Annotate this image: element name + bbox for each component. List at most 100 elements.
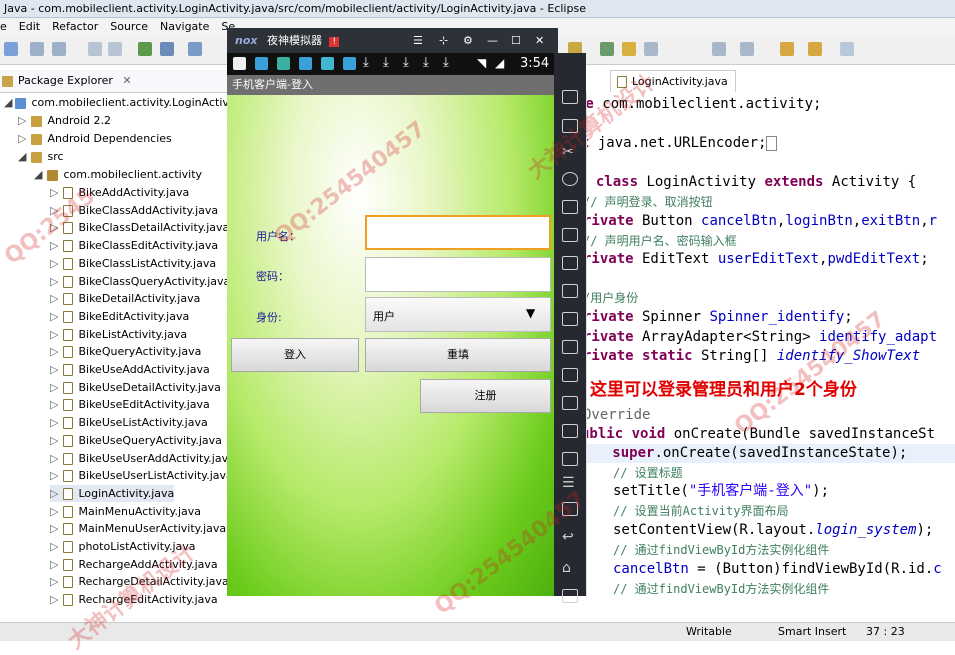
collapsed-arrow-icon[interactable]: ▷ <box>50 186 58 199</box>
tree-item-file[interactable]: ▷ BikeUseEditActivity.java <box>50 396 210 413</box>
tree-item-deps[interactable]: ▷ Android Dependencies <box>18 130 172 147</box>
collapsed-arrow-icon[interactable]: ▷ <box>50 381 58 394</box>
collapsed-arrow-icon[interactable]: ▷ <box>18 132 26 145</box>
camera-icon[interactable] <box>562 228 578 242</box>
expanded-arrow-icon[interactable]: ◢ <box>34 168 42 181</box>
forward-icon[interactable] <box>808 42 822 56</box>
search-icon[interactable] <box>644 42 658 56</box>
tree-item-file[interactable]: ▷ BikeUseDetailActivity.java <box>50 379 221 396</box>
collapsed-arrow-icon[interactable]: ▷ <box>50 505 58 518</box>
debug-icon[interactable] <box>160 42 174 56</box>
collapsed-arrow-icon[interactable]: ▷ <box>50 204 58 217</box>
collapsed-arrow-icon[interactable]: ▷ <box>50 540 58 553</box>
menu-edit[interactable]: Edit <box>19 20 40 33</box>
collapsed-arrow-icon[interactable]: ▷ <box>50 328 58 341</box>
expanded-arrow-icon[interactable]: ◢ <box>4 96 12 109</box>
collapsed-arrow-icon[interactable]: ▷ <box>50 275 58 288</box>
tree-item-file[interactable]: ▷ BikeUseUserAddActivity.java <box>50 450 228 467</box>
gear-icon[interactable]: ⚙ <box>463 28 473 53</box>
tree-item-file[interactable]: ▷ BikeUseAddActivity.java <box>50 361 210 378</box>
annotation-next-icon[interactable] <box>712 42 726 56</box>
cut-icon[interactable] <box>108 42 122 56</box>
collapsed-arrow-icon[interactable]: ▷ <box>50 239 58 252</box>
location-icon[interactable] <box>562 172 578 186</box>
upload-icon[interactable] <box>562 340 578 354</box>
checkbox-icon[interactable] <box>188 42 202 56</box>
multi-window-icon[interactable] <box>562 502 578 516</box>
collapsed-arrow-icon[interactable]: ▷ <box>50 452 58 465</box>
keyboard-icon[interactable] <box>562 200 578 214</box>
tree-item-file[interactable]: ▷ BikeClassEditActivity.java <box>50 237 218 254</box>
close-icon[interactable]: ✕ <box>122 74 131 87</box>
more-icon[interactable]: ☰ <box>562 476 578 490</box>
tree-item-file[interactable]: ▷ BikeUseListActivity.java <box>50 414 208 431</box>
volume-down-icon[interactable] <box>562 312 578 326</box>
robot-icon[interactable] <box>562 119 578 133</box>
tree-item-file[interactable]: ▷ RechargeDetailActivity.java <box>50 573 228 590</box>
volume-up-icon[interactable] <box>562 284 578 298</box>
close-icon[interactable]: ✕ <box>535 28 544 53</box>
tree-item-file[interactable]: ▷ LoginActivity.java <box>50 484 175 502</box>
collapsed-arrow-icon[interactable]: ▷ <box>50 398 58 411</box>
menu-source[interactable]: Source <box>110 20 148 33</box>
tree-item-android[interactable]: ▷ Android 2.2 <box>18 112 111 129</box>
login-button[interactable]: 登入 <box>231 338 359 372</box>
tree-item-file[interactable]: ▷ BikeUseQueryActivity.java <box>50 432 222 449</box>
collapsed-arrow-icon[interactable]: ▷ <box>50 593 58 606</box>
loading-icon[interactable] <box>562 396 578 410</box>
collapsed-arrow-icon[interactable]: ▷ <box>50 221 58 234</box>
tree-item-file[interactable]: ▷ BikeListActivity.java <box>50 326 187 343</box>
menu-file[interactable]: e <box>0 20 7 33</box>
tree-item-file[interactable]: ▷ BikeClassDetailActivity.java <box>50 219 228 236</box>
new-icon[interactable] <box>4 42 18 56</box>
editor-tab[interactable]: LoginActivity.java ✕ <box>610 70 736 110</box>
toggle-mark-icon[interactable] <box>622 42 636 56</box>
tree-item-file[interactable]: ▷ BikeUseUserListActivity.java <box>50 467 228 484</box>
collapsed-arrow-icon[interactable]: ▷ <box>50 575 58 588</box>
collapsed-arrow-icon[interactable]: ▷ <box>50 434 58 447</box>
collapsed-arrow-icon[interactable]: ▷ <box>50 310 58 323</box>
menu-navigate[interactable]: Navigate <box>160 20 209 33</box>
tree-item-src[interactable]: ◢ src <box>18 148 64 165</box>
collapsed-arrow-icon[interactable]: ▷ <box>50 469 58 482</box>
open-type-icon[interactable] <box>600 42 614 56</box>
collapsed-arrow-icon[interactable]: ▷ <box>50 558 58 571</box>
print-icon[interactable] <box>88 42 102 56</box>
tree-item-file[interactable]: ▷ MainMenuUserActivity.java <box>50 520 226 537</box>
tree-item-file[interactable]: ▷ BikeQueryActivity.java <box>50 343 201 360</box>
tree-item-file[interactable]: ▷ RechargeAddActivity.java <box>50 556 218 573</box>
annotation-prev-icon[interactable] <box>740 42 754 56</box>
menu-icon[interactable]: ☰ <box>413 28 423 53</box>
tree-item-file[interactable]: ▷ RechargeEditActivity.java <box>50 591 218 608</box>
pin-icon[interactable]: ⊹ <box>439 28 448 53</box>
register-button[interactable]: 注册 <box>420 379 551 413</box>
identity-spinner[interactable]: 用户 ▼ <box>365 297 551 332</box>
trash-icon[interactable] <box>562 90 578 104</box>
tree-item-package[interactable]: ◢ com.mobileclient.activity <box>34 166 202 183</box>
run-icon[interactable] <box>138 42 152 56</box>
expanded-arrow-icon[interactable]: ◢ <box>18 150 26 163</box>
reset-button[interactable]: 重填 <box>365 338 551 372</box>
tree-item-file[interactable]: ▷ BikeAddActivity.java <box>50 184 189 201</box>
save-all-icon[interactable] <box>52 42 66 56</box>
collapsed-arrow-icon[interactable]: ▷ <box>18 114 26 127</box>
tree-item-file[interactable]: ▷ BikeClassListActivity.java <box>50 255 216 272</box>
fullscreen-icon[interactable] <box>562 256 578 270</box>
collapsed-arrow-icon[interactable]: ▷ <box>50 363 58 376</box>
tree-item-file[interactable]: ▷ BikeEditActivity.java <box>50 308 189 325</box>
save-icon[interactable] <box>30 42 44 56</box>
collapsed-arrow-icon[interactable]: ▷ <box>50 345 58 358</box>
scissors-icon[interactable]: ✂ <box>562 145 578 159</box>
tree-item-file[interactable]: ▷ BikeClassAddActivity.java <box>50 202 218 219</box>
tree-item-file[interactable]: ▷ BikeClassQueryActivity.java <box>50 273 228 290</box>
tree-item-file[interactable]: ▷ BikeDetailActivity.java <box>50 290 200 307</box>
collapsed-arrow-icon[interactable]: ▷ <box>50 416 58 429</box>
nav-icon[interactable] <box>840 42 854 56</box>
tree-item-file[interactable]: ▷ MainMenuActivity.java <box>50 503 201 520</box>
collapsed-arrow-icon[interactable]: ▷ <box>50 522 58 535</box>
collapsed-arrow-icon[interactable]: ▷ <box>50 257 58 270</box>
tree-item-project[interactable]: ◢ com.mobileclient.activity.LoginActivity <box>4 94 228 111</box>
username-input[interactable] <box>365 215 551 250</box>
package-explorer-title[interactable]: Package Explorer <box>18 74 113 87</box>
minimize-icon[interactable]: — <box>487 28 498 53</box>
